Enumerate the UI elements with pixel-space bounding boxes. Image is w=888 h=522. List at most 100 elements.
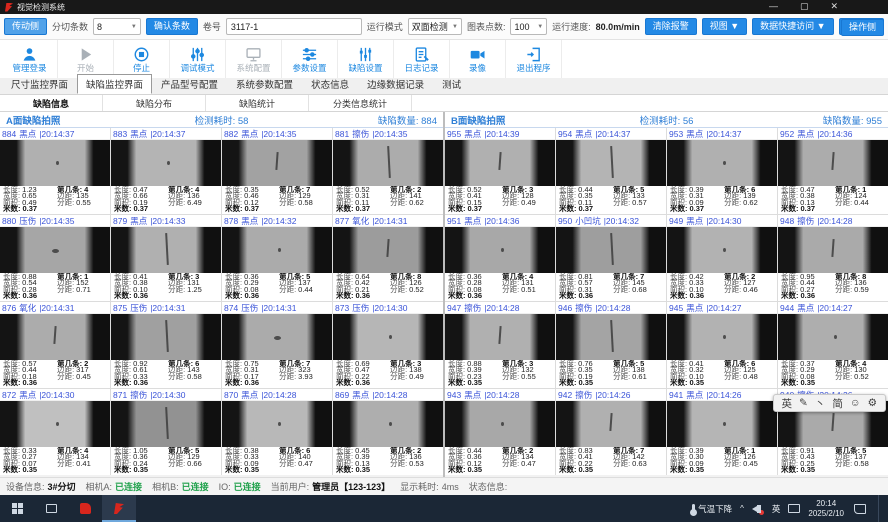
defect-cell[interactable]: 881 擦伤 |20:14:35 长度:0.52 宽度:0.31 面积:0.11 [333,128,443,214]
sub-tab[interactable]: 缺陷信息 [0,95,103,111]
defect-cell[interactable]: 869 黑点 |20:14:28 长度:0.45 宽度:0.39 面积:0.13 [333,389,443,475]
meter-value: 0.36 [23,291,38,300]
meter-value: 0.35 [801,378,816,387]
sub-tab[interactable]: 缺陷分布 [103,95,206,111]
drive-side-button[interactable]: 传动侧 [4,18,47,35]
roll-number-input[interactable] [226,18,362,35]
volume-button[interactable] [752,504,764,514]
quick-access-menu-button[interactable]: 数据快捷访问 ▼ [752,18,833,35]
defect-mark [498,152,501,170]
defect-cell[interactable]: 944 黑点 |20:14:27 长度:0.37 宽度:0.29 面积:0.08 [778,302,888,388]
panel-title: B面缺陷拍照 [451,113,601,127]
main-tab[interactable]: 产品型号配置 [152,74,227,94]
run-mode-select[interactable]: 双面检测 ▼ [408,18,462,35]
defect-cell[interactable]: 942 擦伤 |20:14:26 长度:0.83 宽度:0.41 面积:0.22 [556,389,666,475]
defect-cell[interactable]: 884 黑点 |20:14:37 长度:1.23 宽度:0.65 面积:0.49 [0,128,110,214]
main-tab[interactable]: 系统参数配置 [227,74,302,94]
defect-cell[interactable]: 951 黑点 |20:14:36 长度:0.36 宽度:0.28 面积:0.08 [445,215,555,301]
defect-cell[interactable]: 946 擦伤 |20:14:28 长度:0.76 宽度:0.35 面积:0.19 [556,302,666,388]
view-menu-button[interactable]: 视图 ▼ [702,18,747,35]
admin-login-button[interactable]: 管理登录 [2,40,58,78]
stop-button[interactable]: 停止 [114,40,170,78]
ime-mark-icon[interactable]: 丶 [815,396,826,411]
defect-cell[interactable]: 876 氧化 |20:14:31 长度:0.57 宽度:0.44 面积:0.18 [0,302,110,388]
defect-image [222,314,332,360]
language-indicator[interactable]: 英 [772,503,781,515]
system-config-button[interactable]: 系统配置 [226,40,282,78]
start-button[interactable]: 开始 [58,40,114,78]
defect-cell[interactable]: 874 压伤 |20:14:31 长度:0.75 宽度:0.31 面积:0.17 [222,302,332,388]
maximize-button[interactable]: ▢ [800,1,809,12]
defect-cell[interactable]: 947 擦伤 |20:14:28 长度:0.88 宽度:0.39 面积:0.23 [445,302,555,388]
defect-info: 长度:0.95 宽度:0.44 面积:0.27 米数:0.36 第几条:8 边距… [778,273,888,300]
defect-cell[interactable]: 883 黑点 |20:14:37 长度:0.47 宽度:0.66 面积:0.19 [111,128,221,214]
operator-side-button[interactable]: 操作侧 [841,19,884,36]
defect-cell[interactable]: 878 黑点 |20:14:32 长度:0.36 宽度:0.29 面积:0.08 [222,215,332,301]
defect-id: 877 [335,216,349,226]
pinned-app-button[interactable] [68,495,102,522]
defect-cell[interactable]: 871 擦伤 |20:14:30 长度:1.05 宽度:0.36 面积:0.24 [111,389,221,475]
close-button[interactable]: ✕ [830,1,838,12]
task-view-button[interactable] [34,495,68,522]
slit-count-select[interactable]: 8 ▼ [93,18,141,35]
exit-program-button[interactable]: 退出程序 [506,40,562,78]
ime-emoji-button[interactable]: ☺ [850,397,861,409]
defect-image [333,314,443,360]
window-controls: — ▢ ✕ [769,1,838,12]
main-tab[interactable]: 状态信息 [302,74,358,94]
chart-points-select[interactable]: 100 ▼ [510,18,547,35]
defect-cell[interactable]: 955 黑点 |20:14:39 长度:0.52 宽度:0.41 面积:0.15 [445,128,555,214]
param-settings-button[interactable]: 参数设置 [282,40,338,78]
defect-cell-header: 883 黑点 |20:14:37 [111,128,221,140]
main-tab[interactable]: 边缘数据记录 [358,74,433,94]
defect-cell[interactable]: 943 黑点 |20:14:28 长度:0.44 宽度:0.36 面积:0.12 [445,389,555,475]
ime-simplified-button[interactable]: 简 [832,396,843,411]
gap-label: 分距: [835,459,852,468]
minimize-button[interactable]: — [769,1,778,12]
active-app-button[interactable] [102,495,136,522]
defect-cell[interactable]: 949 黑点 |20:14:30 长度:0.42 宽度:0.33 面积:0.10 [667,215,777,301]
keyboard-button[interactable] [788,504,800,513]
log-record-button[interactable]: 日志记录 [394,40,450,78]
confirm-count-button[interactable]: 确认条数 [146,18,198,35]
start-menu-button[interactable] [0,495,34,522]
show-desktop-button[interactable] [878,495,882,522]
defect-cell[interactable]: 875 压伤 |20:14:31 长度:0.92 宽度:0.61 面积:0.33 [111,302,221,388]
weather-tray-item[interactable]: 气温下降 [692,503,732,515]
defect-cell[interactable]: 953 黑点 |20:14:37 长度:0.39 宽度:0.31 面积:0.09 [667,128,777,214]
defect-image [333,140,443,186]
sub-tab[interactable]: 分类信息统计 [309,95,412,111]
ime-pen-icon[interactable]: ✎ [799,397,808,409]
main-tab[interactable]: 尺寸监控界面 [2,74,77,94]
defect-cell[interactable]: 945 黑点 |20:14:27 长度:0.41 宽度:0.32 面积:0.10 [667,302,777,388]
defect-cell[interactable]: 879 黑点 |20:14:33 长度:0.41 宽度:0.38 面积:0.10 [111,215,221,301]
ime-settings-icon[interactable]: ⚙ [868,397,877,409]
meter-label: 米数: [336,465,354,474]
defect-cell[interactable]: 870 黑点 |20:14:28 长度:0.38 宽度:0.33 面积:0.09 [222,389,332,475]
defect-cell[interactable]: 954 黑点 |20:14:37 长度:0.44 宽度:0.35 面积:0.11 [556,128,666,214]
taskbar-clock[interactable]: 20:14 2025/2/10 [808,499,844,519]
main-tab[interactable]: 缺陷监控界面 [77,74,152,94]
defect-cell[interactable]: 952 黑点 |20:14:36 长度:0.47 宽度:0.38 面积:0.13 [778,128,888,214]
defect-cell[interactable]: 877 氧化 |20:14:31 长度:0.64 宽度:0.42 面积:0.21 [333,215,443,301]
record-video-button[interactable]: 录像 [450,40,506,78]
defect-cell[interactable]: 882 黑点 |20:14:35 长度:0.35 宽度:0.46 面积:0.12 [222,128,332,214]
gap-label: 分距: [168,285,185,294]
main-tab[interactable]: 测试 [433,74,470,94]
defect-cell[interactable]: 880 压伤 |20:14:35 长度:0.88 宽度:0.54 面积:0.28 [0,215,110,301]
action-center-button[interactable] [852,504,870,514]
defect-type: 擦伤 [797,215,814,227]
ime-lang-button[interactable]: 英 [782,396,793,411]
sub-tab[interactable]: 缺陷统计 [206,95,309,111]
tray-expand-button[interactable]: ^ [740,504,744,513]
defect-cell[interactable]: 941 黑点 |20:14:26 长度:0.39 宽度:0.30 面积:0.09 [667,389,777,475]
defect-time: |20:14:36 [484,216,519,226]
defect-cell[interactable]: 873 压伤 |20:14:30 长度:0.69 宽度:0.47 面积:0.22 [333,302,443,388]
defect-cell[interactable]: 872 黑点 |20:14:30 长度:0.33 宽度:0.27 面积:0.07 [0,389,110,475]
debug-mode-button[interactable]: 调试模式 [170,40,226,78]
defect-cell[interactable]: 950 小凹坑 |20:14:32 长度:0.81 宽度:0.57 面积:0.3… [556,215,666,301]
defect-cell[interactable]: 948 擦伤 |20:14:28 长度:0.95 宽度:0.44 面积:0.27 [778,215,888,301]
defect-settings-button[interactable]: 缺陷设置 [338,40,394,78]
clear-alarm-button[interactable]: 清除报警 [645,18,697,35]
panel-b-header: B面缺陷拍照 检测耗时: 56 缺陷数量: 955 [445,112,888,128]
